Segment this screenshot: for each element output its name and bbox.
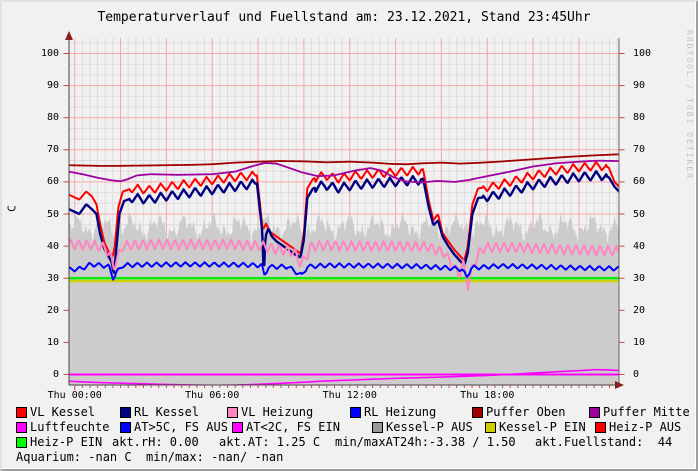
legend-label: min/maxAT24h:-3.38 / 1.50	[335, 436, 516, 449]
x-tick-label: Thu 18:00	[447, 390, 527, 401]
y-tick-label-right: 40	[633, 241, 659, 252]
legend-color-swatch	[589, 407, 600, 418]
y-tick-label: 70	[37, 144, 59, 155]
legend-label: AT<2C, FS EIN	[246, 421, 340, 434]
y-tick-label: 40	[37, 241, 59, 252]
y-tick-label-right: 10	[633, 337, 659, 348]
legend-color-swatch	[227, 407, 238, 418]
legend-label: akt.Fuellstand: 44	[535, 436, 672, 449]
legend-color-swatch	[16, 437, 27, 448]
legend-color-swatch	[485, 422, 496, 433]
legend-label: VL Kessel	[30, 406, 95, 419]
y-tick-label-right: 70	[633, 144, 659, 155]
legend-label: AT>5C, FS AUS	[134, 421, 228, 434]
x-tick-label: Thu 12:00	[310, 390, 390, 401]
legend-color-swatch	[595, 422, 606, 433]
legend-color-swatch	[120, 407, 131, 418]
legend-color-swatch	[472, 407, 483, 418]
legend-color-swatch	[372, 422, 383, 433]
legend-label: Luftfeuchte	[30, 421, 109, 434]
legend-label: Kessel-P EIN	[499, 421, 586, 434]
legend-color-swatch	[16, 422, 27, 433]
x-tick-label: Thu 00:00	[35, 390, 115, 401]
series-group	[69, 154, 619, 385]
legend-color-swatch	[232, 422, 243, 433]
y-tick-label-right: 80	[633, 112, 659, 123]
y-tick-label: 90	[37, 80, 59, 91]
y-tick-label: 0	[37, 369, 59, 380]
rrdtool-graph: Temperaturverlauf und Fuellstand am: 23.…	[0, 0, 698, 471]
series-kessel_p_aus	[69, 211, 619, 385]
x-tick-label: Thu 06:00	[172, 390, 252, 401]
legend-color-swatch	[16, 407, 27, 418]
y-tick-label: 100	[37, 48, 59, 59]
y-tick-label: 50	[37, 209, 59, 220]
y-tick-label-right: 20	[633, 305, 659, 316]
legend-color-swatch	[120, 422, 131, 433]
y-tick-label: 20	[37, 305, 59, 316]
legend-label: akt.AT: 1.25 C	[219, 436, 320, 449]
y-tick-label-right: 50	[633, 209, 659, 220]
y-tick-label-right: 60	[633, 176, 659, 187]
legend-label: RL Kessel	[134, 406, 199, 419]
legend-label: akt.rH: 0.00	[112, 436, 199, 449]
legend-label: Puffer Oben	[486, 406, 565, 419]
y-tick-label: 30	[37, 273, 59, 284]
legend-label: Aquarium: -nan C min/max: -nan/ -nan	[16, 451, 283, 464]
legend-label: Kessel-P AUS	[386, 421, 473, 434]
y-axis-arrow-icon	[65, 31, 73, 40]
legend-label: RL Heizung	[364, 406, 436, 419]
legend-color-swatch	[350, 407, 361, 418]
y-tick-label-right: 100	[633, 48, 659, 59]
y-tick-label: 60	[37, 176, 59, 187]
y-tick-label-right: 0	[633, 369, 659, 380]
y-tick-label: 10	[37, 337, 59, 348]
legend-label: Puffer Mitte	[603, 406, 690, 419]
y-tick-label: 80	[37, 112, 59, 123]
y-tick-label-right: 90	[633, 80, 659, 91]
legend-label: Heiz-P AUS	[609, 421, 681, 434]
legend-label: Heiz-P EIN	[30, 436, 102, 449]
legend-label: VL Heizung	[241, 406, 313, 419]
y-tick-label-right: 30	[633, 273, 659, 284]
